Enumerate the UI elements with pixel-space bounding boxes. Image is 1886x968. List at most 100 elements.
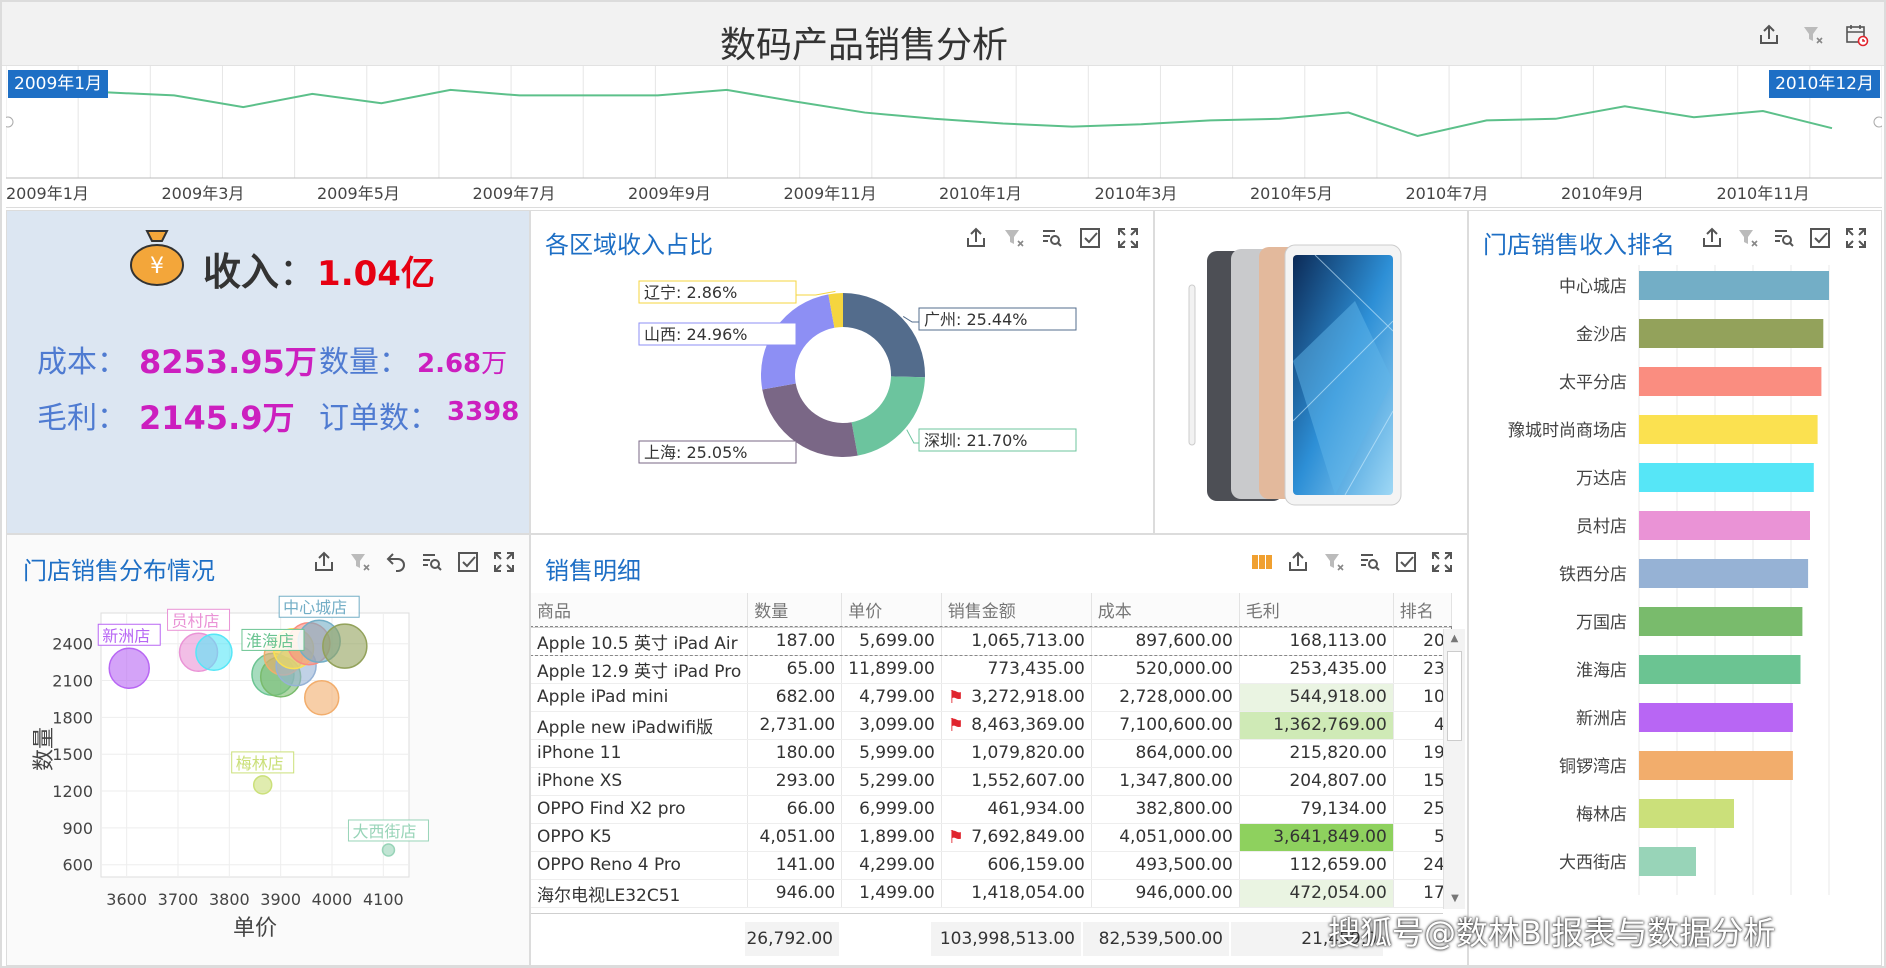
cell-qty: 4,051.00 <box>747 823 843 852</box>
calendar-icon[interactable] <box>1844 22 1870 48</box>
cell-sales: ⚑ 8,463,369.00 <box>941 711 1092 740</box>
cell-text: Apple 12.9 英寸 iPad Pro <box>537 661 742 682</box>
ranking-store-label: 豫城时尚商场店 <box>1508 421 1627 441</box>
table-row[interactable]: Apple iPad mini 682.00 4,799.00 ⚑ 3,272,918.… <box>531 683 1452 712</box>
donut-label: 广州: 25.44% <box>924 310 1028 329</box>
cell-sales: ⚑ 3,272,918.00 <box>941 683 1092 712</box>
column-header[interactable]: 商品 <box>531 593 749 628</box>
cell-text: 4,051,000.00 <box>1119 827 1233 847</box>
cell-text: 461,934.00 <box>987 799 1085 819</box>
table-row[interactable]: Apple new iPadwifi版 2,731.00 3,099.00 ⚑ 8,46… <box>531 711 1452 740</box>
cell-text: 1,499.00 <box>859 883 935 903</box>
ranking-store-label: 员村店 <box>1576 517 1627 537</box>
ranking-bar <box>1639 367 1822 396</box>
bubble-point <box>381 843 396 857</box>
profit-label: 毛利： <box>37 401 127 436</box>
cell-text: 493,500.00 <box>1135 855 1233 875</box>
qty-unit: 万 <box>481 349 508 379</box>
cell-text: OPPO Find X2 pro <box>537 799 686 819</box>
ranking-store-label: 太平分店 <box>1559 373 1627 393</box>
sales-detail-panel: 销售明细 商品 数量 单价 销售金额 成本 毛利 排名 Apple 10.5 英寸 iPad… <box>530 534 1468 966</box>
column-header[interactable]: 成本 <box>1091 593 1240 628</box>
cell-text: 5,999.00 <box>859 743 935 763</box>
bubble-point <box>252 775 273 795</box>
cell-text: 8,463,369.00 <box>971 714 1085 735</box>
timeline-tick-label: 2009年5月 <box>317 184 400 203</box>
fullscreen-icon[interactable] <box>1429 549 1455 575</box>
timeline-tick-label: 2009年1月 <box>6 184 89 203</box>
columns-icon[interactable] <box>1249 549 1275 575</box>
bubble-x-label: 单价 <box>233 916 277 941</box>
cell-qty: 66.00 <box>747 795 843 824</box>
cell-text: 187.00 <box>775 631 836 651</box>
column-header[interactable]: 销售金额 <box>941 593 1092 628</box>
cell-cost: 946,000.00 <box>1091 879 1240 908</box>
cell-profit: 168,113.00 <box>1239 627 1394 656</box>
cell-text: 6,999.00 <box>859 799 935 819</box>
query-icon[interactable] <box>1357 549 1383 575</box>
cell-price: 1,499.00 <box>841 879 942 908</box>
table-row[interactable]: OPPO Find X2 pro 66.00 6,999.00 461,934.00 3… <box>531 795 1452 824</box>
ranking-bar <box>1639 847 1696 876</box>
table-row[interactable]: OPPO K5 4,051.00 1,899.00 ⚑ 7,692,849.00 4,05… <box>531 823 1452 852</box>
bubble-chart: 3600 3700 3800 3900 4000 4100 2400 2100 1800 1500… <box>32 595 429 941</box>
store-ranking-panel: 门店销售收入排名 中心城店 金沙店 太平分店 豫城时尚商场店 万达店 员村店 铁西分店 万国店… <box>1468 210 1882 966</box>
ranking-store-label: 新洲店 <box>1576 709 1627 729</box>
page-title: 数码产品销售分析 <box>719 25 1008 66</box>
cell-text: 3,099.00 <box>859 715 935 735</box>
kpi-panel: ¥ 收入：1.04亿 成本： 8253.95万 数量： 2.68万 毛利： 21… <box>6 210 530 534</box>
profit-value: 2145.9万 <box>139 399 295 437</box>
scroll-down-icon[interactable]: ▼ <box>1444 889 1466 909</box>
checkbox-icon[interactable] <box>1393 549 1419 575</box>
timeline-start-tag[interactable]: 2009年1月 <box>8 70 109 98</box>
scroll-thumb[interactable] <box>1447 651 1462 741</box>
clear-filter-icon[interactable] <box>1800 22 1826 48</box>
column-header[interactable]: 单价 <box>841 593 942 628</box>
cell-text: 544,918.00 <box>1289 687 1387 707</box>
cell-text: 204,807.00 <box>1289 771 1387 791</box>
ranking-store-label: 万达店 <box>1576 469 1627 489</box>
export-icon[interactable] <box>1285 549 1311 575</box>
cost-label: 成本： <box>37 345 127 380</box>
scroll-up-icon[interactable]: ▲ <box>1444 629 1465 649</box>
cell-name: OPPO Reno 4 Pro <box>531 851 749 880</box>
donut-slice <box>851 376 925 456</box>
orders-label: 订单数： <box>319 401 439 436</box>
timeline-tick-label: 2010年7月 <box>1405 184 1489 203</box>
cell-qty: 293.00 <box>747 767 843 796</box>
cell-price: 4,799.00 <box>841 683 942 712</box>
cell-cost: 864,000.00 <box>1091 739 1240 768</box>
cell-qty: 187.00 <box>747 627 843 656</box>
donut-leader-line <box>902 316 921 323</box>
cell-text: 1,347,800.00 <box>1119 771 1233 791</box>
table-scrollbar[interactable]: ▲ ▼ <box>1443 629 1465 909</box>
cell-text: 112,659.00 <box>1289 855 1387 875</box>
table-row[interactable]: Apple 10.5 英寸 iPad Air 187.00 5,699.00 1,06… <box>531 626 1453 656</box>
column-header[interactable]: 数量 <box>747 593 843 628</box>
table-row[interactable]: iPhone 11 180.00 5,999.00 1,079,820.00 864,0… <box>531 739 1452 768</box>
bubble-label: 梅林店 <box>236 754 284 773</box>
bubble-y-tick: 900 <box>62 819 93 838</box>
cell-sales: ⚑ 7,692,849.00 <box>941 823 1092 852</box>
column-header[interactable]: 排名 <box>1393 593 1452 628</box>
cell-text: 897,600.00 <box>1135 631 1233 651</box>
export-icon[interactable] <box>1756 22 1782 48</box>
cell-text: 293.00 <box>775 771 836 791</box>
cell-cost: 382,800.00 <box>1091 795 1240 824</box>
table-row[interactable]: iPhone XS 293.00 5,299.00 1,552,607.00 1,347… <box>531 767 1452 796</box>
timeline-slider[interactable]: 2009年1月 2010年12月 2009年1月 2009年3月 2009年5月 20… <box>6 66 1882 208</box>
ranking-bar <box>1639 799 1734 828</box>
cell-price: 5,699.00 <box>841 627 942 656</box>
cell-cost: 897,600.00 <box>1091 627 1240 656</box>
cell-text: 472,054.00 <box>1289 883 1387 903</box>
table-row[interactable]: Apple 12.9 英寸 iPad Pro 65.00 11,899.00 773,… <box>531 655 1452 684</box>
clear-filter-icon[interactable] <box>1321 549 1347 575</box>
table-row[interactable]: 海尔电视LE32C51 946.00 1,499.00 1,418,054.00 946… <box>531 879 1452 908</box>
table-row[interactable]: OPPO Reno 4 Pro 141.00 4,299.00 606,159.00 4… <box>531 851 1452 880</box>
column-header[interactable]: 毛利 <box>1239 593 1394 628</box>
cell-text: 25 <box>1423 799 1445 819</box>
cell-text: OPPO K5 <box>537 827 612 847</box>
timeline-end-tag[interactable]: 2010年12月 <box>1769 70 1880 98</box>
cell-sales: 1,418,054.00 <box>941 879 1092 908</box>
ranking-bar-chart: 中心城店金沙店太平分店豫城时尚商场店万达店员村店铁西分店万国店淮海店新洲店铜锣湾… <box>1508 265 1830 895</box>
